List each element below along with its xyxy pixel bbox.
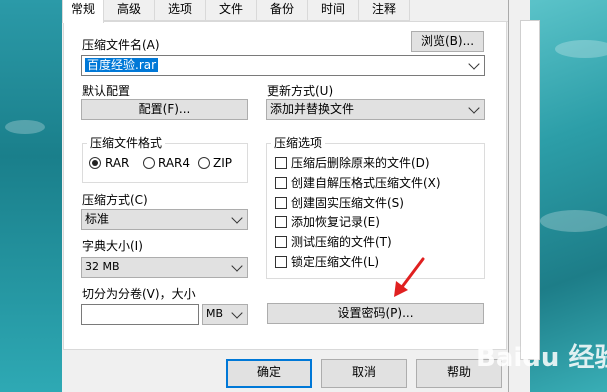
background-water-right <box>530 0 607 392</box>
chevron-down-icon <box>231 307 243 319</box>
radio-rar4[interactable] <box>143 157 155 169</box>
checkbox-recovery-record-label: 添加恢复记录(E) <box>291 215 380 229</box>
tab-time[interactable]: 时间 <box>307 0 359 21</box>
tab-files[interactable]: 文件 <box>205 0 257 21</box>
checkbox-delete-after[interactable] <box>275 157 287 169</box>
checkbox-test-files[interactable] <box>275 236 287 248</box>
compression-method-value: 标准 <box>85 212 110 226</box>
split-unit-select[interactable]: MB <box>202 304 248 325</box>
checkbox-test-files-label: 测试压缩的文件(T) <box>291 235 392 249</box>
ok-button[interactable]: 确定 <box>226 359 312 388</box>
dictionary-size-select[interactable]: 32 MB <box>81 257 248 278</box>
split-volumes-label: 切分为分卷(V)，大小 <box>82 287 196 301</box>
radio-rar[interactable] <box>89 157 101 169</box>
tab-comment[interactable]: 注释 <box>358 0 410 21</box>
split-volumes-input[interactable] <box>81 304 199 325</box>
checkbox-lock-archive[interactable] <box>275 256 287 268</box>
checkbox-delete-after-label: 压缩后删除原来的文件(D) <box>291 156 430 170</box>
set-password-button[interactable]: 设置密码(P)... <box>267 303 484 324</box>
compression-method-select[interactable]: 标准 <box>81 209 248 230</box>
chevron-down-icon <box>231 260 243 272</box>
checkbox-create-sfx-label: 创建自解压格式压缩文件(X) <box>291 176 441 190</box>
radio-rar-label: RAR <box>105 156 130 170</box>
checkbox-recovery-record[interactable] <box>275 216 287 228</box>
chevron-down-icon <box>468 102 480 114</box>
watermark: Baidu 经验 <box>476 343 607 373</box>
background-wave <box>555 40 607 58</box>
compression-method-label: 压缩方式(C) <box>82 193 148 207</box>
checkbox-solid-archive[interactable] <box>275 197 287 209</box>
radio-zip-label: ZIP <box>213 156 232 170</box>
archive-name-label: 压缩文件名(A) <box>82 38 160 52</box>
background-wave <box>5 120 45 134</box>
background-water-left <box>0 0 62 392</box>
browse-button[interactable]: 浏览(B)... <box>411 31 484 52</box>
chevron-down-icon <box>231 212 243 224</box>
checkbox-create-sfx[interactable] <box>275 177 287 189</box>
archive-name-value: 百度经验.rar <box>85 58 159 72</box>
archive-format-title: 压缩文件格式 <box>87 136 166 150</box>
radio-rar4-label: RAR4 <box>158 156 191 170</box>
profiles-button[interactable]: 配置(F)... <box>81 99 248 120</box>
tab-advanced[interactable]: 高级 <box>103 0 155 21</box>
radio-zip[interactable] <box>198 157 210 169</box>
split-unit-value: MB <box>206 307 224 320</box>
dictionary-size-label: 字典大小(I) <box>82 239 143 253</box>
update-mode-label: 更新方式(U) <box>267 84 334 98</box>
tab-options[interactable]: 选项 <box>154 0 206 21</box>
chevron-down-icon[interactable] <box>468 58 480 70</box>
background-wave <box>540 210 607 232</box>
checkbox-lock-archive-label: 锁定压缩文件(L) <box>291 255 380 269</box>
default-profile-label: 默认配置 <box>82 84 131 98</box>
cancel-button[interactable]: 取消 <box>321 359 407 388</box>
dictionary-size-value: 32 MB <box>85 260 120 273</box>
tab-general[interactable]: 常规 <box>62 0 104 23</box>
archive-name-input[interactable]: 百度经验.rar <box>81 55 485 76</box>
background-window-panel <box>520 20 540 360</box>
tab-backup[interactable]: 备份 <box>256 0 308 21</box>
update-mode-value: 添加并替换文件 <box>270 102 355 116</box>
checkbox-solid-archive-label: 创建固实压缩文件(S) <box>291 196 404 210</box>
update-mode-select[interactable]: 添加并替换文件 <box>266 99 485 120</box>
archive-options-title: 压缩选项 <box>271 136 326 150</box>
